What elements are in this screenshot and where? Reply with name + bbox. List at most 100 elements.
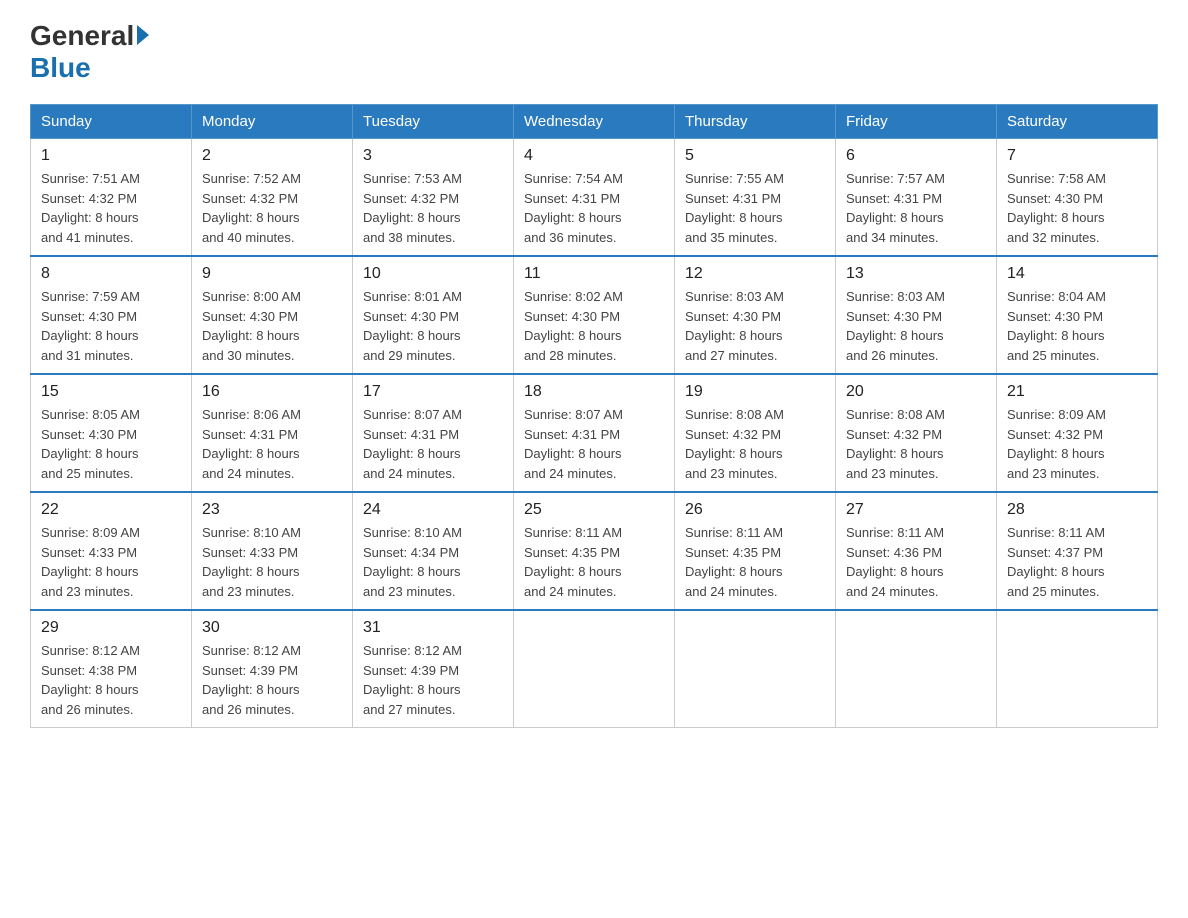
calendar-day-cell: 20 Sunrise: 8:08 AM Sunset: 4:32 PM Dayl… xyxy=(836,374,997,492)
day-number: 17 xyxy=(363,383,503,401)
day-info: Sunrise: 8:09 AM Sunset: 4:33 PM Dayligh… xyxy=(41,523,181,601)
day-info: Sunrise: 8:04 AM Sunset: 4:30 PM Dayligh… xyxy=(1007,287,1147,365)
day-info: Sunrise: 8:11 AM Sunset: 4:37 PM Dayligh… xyxy=(1007,523,1147,601)
day-of-week-header: Wednesday xyxy=(514,105,675,139)
calendar-day-cell: 12 Sunrise: 8:03 AM Sunset: 4:30 PM Dayl… xyxy=(675,256,836,374)
calendar-day-cell: 21 Sunrise: 8:09 AM Sunset: 4:32 PM Dayl… xyxy=(997,374,1158,492)
calendar-day-cell: 25 Sunrise: 8:11 AM Sunset: 4:35 PM Dayl… xyxy=(514,492,675,610)
day-info: Sunrise: 7:51 AM Sunset: 4:32 PM Dayligh… xyxy=(41,169,181,247)
day-number: 11 xyxy=(524,265,664,283)
calendar-day-cell: 30 Sunrise: 8:12 AM Sunset: 4:39 PM Dayl… xyxy=(192,610,353,728)
day-info: Sunrise: 7:59 AM Sunset: 4:30 PM Dayligh… xyxy=(41,287,181,365)
day-number: 14 xyxy=(1007,265,1147,283)
calendar-day-cell: 17 Sunrise: 8:07 AM Sunset: 4:31 PM Dayl… xyxy=(353,374,514,492)
day-of-week-header: Friday xyxy=(836,105,997,139)
day-number: 24 xyxy=(363,501,503,519)
day-number: 4 xyxy=(524,147,664,165)
day-number: 1 xyxy=(41,147,181,165)
day-info: Sunrise: 7:58 AM Sunset: 4:30 PM Dayligh… xyxy=(1007,169,1147,247)
day-of-week-header: Tuesday xyxy=(353,105,514,139)
calendar-week-row: 29 Sunrise: 8:12 AM Sunset: 4:38 PM Dayl… xyxy=(31,610,1158,728)
day-info: Sunrise: 7:52 AM Sunset: 4:32 PM Dayligh… xyxy=(202,169,342,247)
calendar-week-row: 1 Sunrise: 7:51 AM Sunset: 4:32 PM Dayli… xyxy=(31,139,1158,257)
logo-general-text: General xyxy=(30,20,134,52)
day-info: Sunrise: 7:55 AM Sunset: 4:31 PM Dayligh… xyxy=(685,169,825,247)
day-info: Sunrise: 8:08 AM Sunset: 4:32 PM Dayligh… xyxy=(846,405,986,483)
logo-blue-text: Blue xyxy=(30,52,91,84)
day-info: Sunrise: 8:00 AM Sunset: 4:30 PM Dayligh… xyxy=(202,287,342,365)
calendar-day-cell: 16 Sunrise: 8:06 AM Sunset: 4:31 PM Dayl… xyxy=(192,374,353,492)
day-number: 9 xyxy=(202,265,342,283)
calendar-day-cell: 28 Sunrise: 8:11 AM Sunset: 4:37 PM Dayl… xyxy=(997,492,1158,610)
day-number: 19 xyxy=(685,383,825,401)
day-info: Sunrise: 8:12 AM Sunset: 4:39 PM Dayligh… xyxy=(202,641,342,719)
day-info: Sunrise: 8:02 AM Sunset: 4:30 PM Dayligh… xyxy=(524,287,664,365)
day-number: 13 xyxy=(846,265,986,283)
calendar-day-cell xyxy=(997,610,1158,728)
day-number: 12 xyxy=(685,265,825,283)
calendar-day-cell: 22 Sunrise: 8:09 AM Sunset: 4:33 PM Dayl… xyxy=(31,492,192,610)
logo: General Blue xyxy=(30,20,149,84)
day-info: Sunrise: 8:10 AM Sunset: 4:33 PM Dayligh… xyxy=(202,523,342,601)
logo-triangle-icon xyxy=(137,25,149,45)
day-info: Sunrise: 8:05 AM Sunset: 4:30 PM Dayligh… xyxy=(41,405,181,483)
day-info: Sunrise: 8:12 AM Sunset: 4:39 PM Dayligh… xyxy=(363,641,503,719)
day-number: 2 xyxy=(202,147,342,165)
calendar-day-cell: 3 Sunrise: 7:53 AM Sunset: 4:32 PM Dayli… xyxy=(353,139,514,257)
calendar-day-cell: 18 Sunrise: 8:07 AM Sunset: 4:31 PM Dayl… xyxy=(514,374,675,492)
calendar-day-cell: 24 Sunrise: 8:10 AM Sunset: 4:34 PM Dayl… xyxy=(353,492,514,610)
day-number: 31 xyxy=(363,619,503,637)
calendar-day-cell: 5 Sunrise: 7:55 AM Sunset: 4:31 PM Dayli… xyxy=(675,139,836,257)
day-number: 7 xyxy=(1007,147,1147,165)
day-number: 6 xyxy=(846,147,986,165)
calendar-day-cell xyxy=(514,610,675,728)
day-number: 10 xyxy=(363,265,503,283)
day-number: 27 xyxy=(846,501,986,519)
calendar-table: SundayMondayTuesdayWednesdayThursdayFrid… xyxy=(30,104,1158,728)
calendar-day-cell: 19 Sunrise: 8:08 AM Sunset: 4:32 PM Dayl… xyxy=(675,374,836,492)
day-info: Sunrise: 7:54 AM Sunset: 4:31 PM Dayligh… xyxy=(524,169,664,247)
day-of-week-header: Saturday xyxy=(997,105,1158,139)
day-number: 26 xyxy=(685,501,825,519)
calendar-week-row: 8 Sunrise: 7:59 AM Sunset: 4:30 PM Dayli… xyxy=(31,256,1158,374)
day-number: 23 xyxy=(202,501,342,519)
calendar-day-cell: 9 Sunrise: 8:00 AM Sunset: 4:30 PM Dayli… xyxy=(192,256,353,374)
calendar-day-cell: 2 Sunrise: 7:52 AM Sunset: 4:32 PM Dayli… xyxy=(192,139,353,257)
calendar-header-row: SundayMondayTuesdayWednesdayThursdayFrid… xyxy=(31,105,1158,139)
day-info: Sunrise: 8:08 AM Sunset: 4:32 PM Dayligh… xyxy=(685,405,825,483)
calendar-day-cell: 1 Sunrise: 7:51 AM Sunset: 4:32 PM Dayli… xyxy=(31,139,192,257)
calendar-day-cell: 29 Sunrise: 8:12 AM Sunset: 4:38 PM Dayl… xyxy=(31,610,192,728)
calendar-day-cell: 10 Sunrise: 8:01 AM Sunset: 4:30 PM Dayl… xyxy=(353,256,514,374)
calendar-day-cell: 8 Sunrise: 7:59 AM Sunset: 4:30 PM Dayli… xyxy=(31,256,192,374)
day-info: Sunrise: 7:57 AM Sunset: 4:31 PM Dayligh… xyxy=(846,169,986,247)
day-info: Sunrise: 8:12 AM Sunset: 4:38 PM Dayligh… xyxy=(41,641,181,719)
day-number: 5 xyxy=(685,147,825,165)
day-number: 15 xyxy=(41,383,181,401)
calendar-day-cell: 26 Sunrise: 8:11 AM Sunset: 4:35 PM Dayl… xyxy=(675,492,836,610)
day-of-week-header: Sunday xyxy=(31,105,192,139)
day-number: 16 xyxy=(202,383,342,401)
day-number: 18 xyxy=(524,383,664,401)
day-number: 29 xyxy=(41,619,181,637)
calendar-day-cell: 15 Sunrise: 8:05 AM Sunset: 4:30 PM Dayl… xyxy=(31,374,192,492)
day-number: 8 xyxy=(41,265,181,283)
calendar-day-cell xyxy=(836,610,997,728)
day-info: Sunrise: 8:11 AM Sunset: 4:35 PM Dayligh… xyxy=(685,523,825,601)
calendar-day-cell: 4 Sunrise: 7:54 AM Sunset: 4:31 PM Dayli… xyxy=(514,139,675,257)
calendar-day-cell: 27 Sunrise: 8:11 AM Sunset: 4:36 PM Dayl… xyxy=(836,492,997,610)
calendar-day-cell: 23 Sunrise: 8:10 AM Sunset: 4:33 PM Dayl… xyxy=(192,492,353,610)
day-info: Sunrise: 8:11 AM Sunset: 4:36 PM Dayligh… xyxy=(846,523,986,601)
day-info: Sunrise: 8:07 AM Sunset: 4:31 PM Dayligh… xyxy=(524,405,664,483)
calendar-day-cell: 31 Sunrise: 8:12 AM Sunset: 4:39 PM Dayl… xyxy=(353,610,514,728)
day-info: Sunrise: 8:07 AM Sunset: 4:31 PM Dayligh… xyxy=(363,405,503,483)
calendar-day-cell: 6 Sunrise: 7:57 AM Sunset: 4:31 PM Dayli… xyxy=(836,139,997,257)
calendar-day-cell: 11 Sunrise: 8:02 AM Sunset: 4:30 PM Dayl… xyxy=(514,256,675,374)
calendar-day-cell: 13 Sunrise: 8:03 AM Sunset: 4:30 PM Dayl… xyxy=(836,256,997,374)
day-info: Sunrise: 8:11 AM Sunset: 4:35 PM Dayligh… xyxy=(524,523,664,601)
calendar-week-row: 22 Sunrise: 8:09 AM Sunset: 4:33 PM Dayl… xyxy=(31,492,1158,610)
day-info: Sunrise: 8:06 AM Sunset: 4:31 PM Dayligh… xyxy=(202,405,342,483)
day-number: 30 xyxy=(202,619,342,637)
page-header: General Blue xyxy=(30,20,1158,84)
day-number: 20 xyxy=(846,383,986,401)
day-info: Sunrise: 8:03 AM Sunset: 4:30 PM Dayligh… xyxy=(685,287,825,365)
